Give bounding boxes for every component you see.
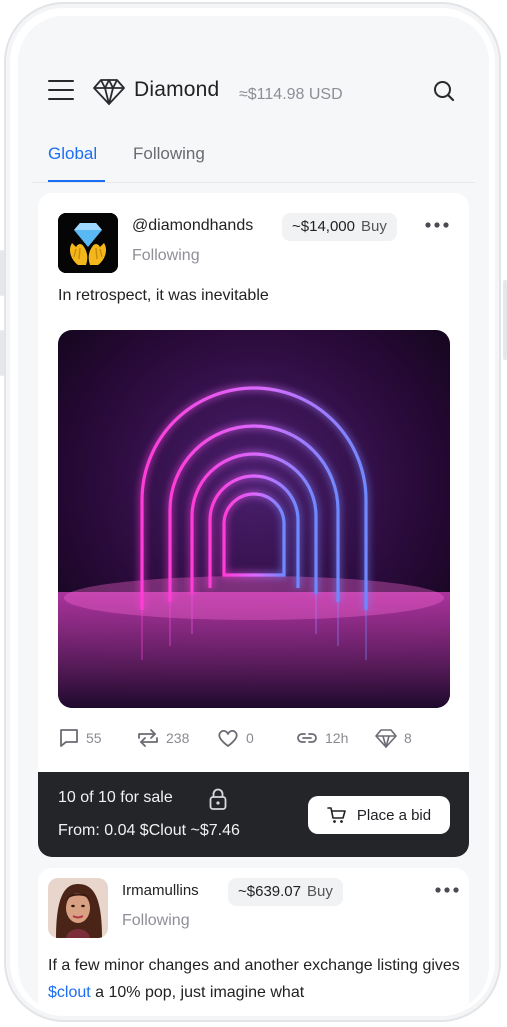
post-card[interactable]: Irmamullins ~$639.07 Buy Following If a f… bbox=[38, 868, 469, 1012]
post-image[interactable] bbox=[58, 330, 450, 708]
avatar[interactable] bbox=[58, 213, 118, 273]
follow-status[interactable]: Following bbox=[132, 247, 200, 265]
app-brand: Diamond bbox=[134, 78, 220, 101]
like-action[interactable]: 0 bbox=[216, 727, 254, 749]
more-icon[interactable] bbox=[434, 886, 460, 894]
link-icon bbox=[297, 733, 317, 743]
app-screen: Diamond ≈$114.98 USD Global Following @d… bbox=[18, 16, 489, 1012]
feed-tabs: Global Following bbox=[18, 144, 489, 184]
wallet-balance: ≈$114.98 USD bbox=[239, 86, 343, 103]
repost-icon bbox=[138, 729, 158, 747]
repost-action[interactable]: 238 bbox=[136, 727, 189, 749]
sale-min-price: From: 0.04 $Clout ~$7.46 bbox=[58, 822, 240, 839]
post-text: If a few minor changes and another excha… bbox=[48, 957, 460, 974]
coin-price-value: ~$639.07 bbox=[238, 883, 301, 900]
heart-icon bbox=[218, 729, 238, 747]
follow-status[interactable]: Following bbox=[122, 912, 190, 930]
menu-icon[interactable] bbox=[48, 80, 76, 102]
creator-coin-price[interactable]: ~$14,000 Buy bbox=[282, 213, 397, 241]
phone-side-button bbox=[503, 280, 507, 360]
more-icon[interactable] bbox=[424, 221, 450, 229]
place-bid-button[interactable]: Place a bid bbox=[308, 796, 450, 834]
diamond-action[interactable]: 8 bbox=[374, 727, 412, 749]
comment-action[interactable]: 55 bbox=[58, 727, 102, 749]
post-body: If a few minor changes and another excha… bbox=[48, 952, 468, 1006]
post-username[interactable]: Irmamullins bbox=[122, 882, 199, 899]
post-body: In retrospect, it was inevitable bbox=[58, 287, 269, 304]
tab-following[interactable]: Following bbox=[133, 144, 205, 164]
post-actions: 55 238 0 12h 8 bbox=[58, 727, 450, 753]
buy-button[interactable]: Buy bbox=[361, 218, 387, 235]
cart-icon bbox=[327, 807, 346, 823]
app-header: Diamond ≈$114.98 USD Global Following bbox=[18, 16, 489, 186]
cashtag-link[interactable]: $clout bbox=[48, 984, 91, 1001]
coin-price-value: ~$14,000 bbox=[292, 218, 355, 235]
avatar[interactable] bbox=[48, 878, 108, 938]
header-divider bbox=[32, 182, 475, 183]
buy-button[interactable]: Buy bbox=[307, 883, 333, 900]
permalink-action[interactable]: 12h bbox=[295, 727, 348, 749]
lock-icon bbox=[209, 788, 227, 810]
phone-side-button bbox=[0, 250, 4, 296]
comment-count: 55 bbox=[86, 730, 102, 746]
post-age: 12h bbox=[325, 730, 349, 746]
like-count: 0 bbox=[246, 730, 254, 746]
post-text: a 10% pop, just imagine what bbox=[90, 984, 305, 1001]
post-username[interactable]: @diamondhands bbox=[132, 217, 253, 235]
nft-sale-bar: 10 of 10 for sale From: 0.04 $Clout ~$7.… bbox=[38, 772, 469, 857]
diamond-count: 8 bbox=[404, 730, 412, 746]
post-card[interactable]: @diamondhands ~$14,000 Buy Following In r… bbox=[38, 193, 469, 857]
sale-count: 10 of 10 for sale bbox=[58, 789, 173, 806]
diamond-icon bbox=[375, 729, 397, 748]
tab-global[interactable]: Global bbox=[48, 144, 97, 164]
diamond-logo-icon bbox=[93, 79, 125, 105]
place-bid-label: Place a bid bbox=[356, 806, 432, 824]
repost-count: 238 bbox=[166, 730, 190, 746]
comment-icon bbox=[60, 729, 78, 747]
phone-side-button bbox=[0, 330, 4, 376]
search-icon[interactable] bbox=[432, 79, 456, 103]
creator-coin-price[interactable]: ~$639.07 Buy bbox=[228, 878, 343, 906]
